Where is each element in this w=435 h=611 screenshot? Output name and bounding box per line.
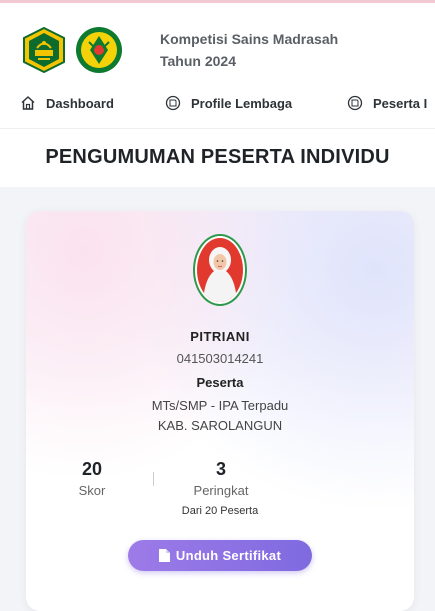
page-title: PENGUMUMAN PESERTA INDIVIDU bbox=[45, 146, 390, 168]
stat-divider bbox=[153, 472, 154, 486]
nav-item-label: Peserta I bbox=[373, 95, 428, 111]
file-icon bbox=[158, 549, 170, 562]
participant-region: KAB. SAROLANGUN bbox=[157, 418, 283, 433]
ksm-logo bbox=[76, 27, 122, 73]
app-title-line2: Tahun 2024 bbox=[160, 53, 236, 69]
rank-stat: 3 Peringkat bbox=[176, 459, 266, 498]
rank-label: Peringkat bbox=[193, 483, 249, 498]
score-label: Skor bbox=[78, 483, 106, 498]
download-certificate-button[interactable]: Unduh Sertifikat bbox=[128, 540, 312, 571]
nav-item-dashboard[interactable]: Dashboard bbox=[20, 92, 114, 114]
top-header: Kompetisi Sains Madrasah Tahun 2024 Dash… bbox=[0, 0, 435, 128]
page-icon bbox=[165, 95, 181, 111]
score-value: 20 bbox=[81, 459, 103, 479]
participant-number: 041503014241 bbox=[176, 351, 264, 366]
nav-item-profile-lembaga[interactable]: Profile Lembaga bbox=[165, 92, 292, 114]
nav-item-label: Dashboard bbox=[46, 95, 114, 111]
rank-value: 3 bbox=[215, 459, 226, 479]
home-icon bbox=[21, 96, 35, 110]
participant-role: Peserta bbox=[196, 375, 244, 390]
rank-note: Dari 20 Peserta bbox=[181, 505, 259, 517]
nav-item-peserta[interactable]: Peserta I bbox=[347, 92, 427, 114]
nav-item-label: Profile Lembaga bbox=[191, 95, 293, 111]
participant-school: MTs/SMP - IPA Terpadu bbox=[151, 398, 289, 413]
download-certificate-label: Unduh Sertifikat bbox=[175, 548, 282, 563]
app-title: Kompetisi Sains Madrasah Tahun 2024 bbox=[160, 28, 420, 72]
page-icon bbox=[347, 95, 363, 111]
participant-name: PITRIANI bbox=[190, 329, 250, 344]
score-stat: 20 Skor bbox=[72, 459, 112, 498]
main-nav: Dashboard Profile Lembaga Peserta I bbox=[0, 92, 435, 114]
avatar bbox=[193, 234, 247, 306]
kemenag-logo bbox=[23, 26, 65, 74]
avatar-photo bbox=[197, 238, 243, 302]
top-accent-line bbox=[0, 0, 435, 3]
app-title-line1: Kompetisi Sains Madrasah bbox=[160, 31, 339, 47]
person-photo-icon bbox=[203, 247, 237, 302]
